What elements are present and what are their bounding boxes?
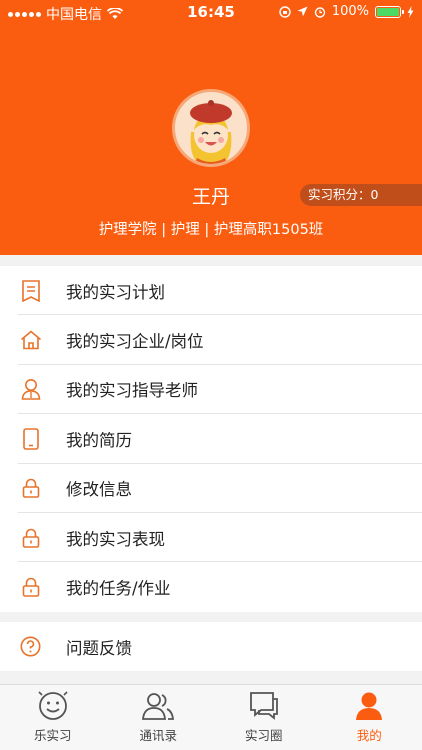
document-icon <box>21 279 40 302</box>
menu-item-label: 修改信息 <box>66 480 132 500</box>
profile-header: 中国电信 16:45 100% 王丹 实习积分：0 护理学院 | 护理 | 护理… <box>0 0 422 255</box>
lock-icon <box>22 478 39 499</box>
menu-item-label: 我的实习指导老师 <box>66 381 198 401</box>
battery-percent: 100% <box>331 4 369 19</box>
tab-label: 我的 <box>356 728 382 743</box>
tab-bar: 乐实习 通讯录 实习圈 我的 <box>0 684 422 750</box>
battery-icon <box>375 5 404 18</box>
tab-label: 乐实习 <box>33 728 72 743</box>
points-badge[interactable]: 实习积分：0 <box>300 184 422 206</box>
tab-contacts[interactable]: 通讯录 <box>106 685 212 750</box>
menu-item-performance[interactable]: 我的实习表现 <box>0 513 422 563</box>
charging-icon <box>407 5 414 18</box>
lock-icon <box>22 528 39 548</box>
menu-item-label: 我的实习表现 <box>66 529 165 549</box>
person-icon <box>21 379 40 401</box>
rotation-lock-icon <box>279 5 291 18</box>
lock-icon <box>22 577 39 597</box>
contacts-icon <box>142 693 175 720</box>
menu-list: 我的实习计划 我的实习企业/岗位 我的实习指导老师 我的简历 修改信息 我的实习… <box>0 266 422 612</box>
menu-item-label: 问题反馈 <box>66 638 132 658</box>
menu-item-edit-info[interactable]: 修改信息 <box>0 464 422 514</box>
menu-item-label: 我的简历 <box>66 430 132 450</box>
menu-item-tasks[interactable]: 我的任务/作业 <box>0 562 422 611</box>
menu-item-company-position[interactable]: 我的实习企业/岗位 <box>0 315 422 366</box>
tab-mine[interactable]: 我的 <box>317 685 422 750</box>
menu-item-instructor[interactable]: 我的实习指导老师 <box>0 365 422 415</box>
department-info: 护理学院 | 护理 | 护理高职1505班 <box>98 222 324 238</box>
feedback-section: 问题反馈 <box>0 622 422 671</box>
menu-item-resume[interactable]: 我的简历 <box>0 414 422 464</box>
home-icon <box>20 330 41 350</box>
tab-label: 实习圈 <box>244 728 283 743</box>
tab-label: 通讯录 <box>139 728 177 743</box>
smile-icon <box>38 691 68 720</box>
question-icon <box>20 636 41 657</box>
menu-item-label: 我的任务/作业 <box>66 579 171 599</box>
avatar-cartoon-icon <box>190 100 232 164</box>
menu-item-feedback[interactable]: 问题反馈 <box>0 622 422 671</box>
menu-item-label: 我的实习计划 <box>66 282 165 302</box>
chat-icon <box>249 692 278 720</box>
status-bar: 中国电信 16:45 100% <box>0 0 422 24</box>
menu-item-label: 我的实习企业/岗位 <box>66 332 204 352</box>
menu-item-internship-plan[interactable]: 我的实习计划 <box>0 266 422 316</box>
phone-icon <box>22 428 39 450</box>
user-icon <box>356 692 383 720</box>
avatar[interactable] <box>172 89 250 167</box>
tab-internship[interactable]: 乐实习 <box>0 685 106 750</box>
alarm-icon <box>314 6 326 18</box>
tab-circle[interactable]: 实习圈 <box>211 685 317 750</box>
location-icon <box>297 6 308 17</box>
